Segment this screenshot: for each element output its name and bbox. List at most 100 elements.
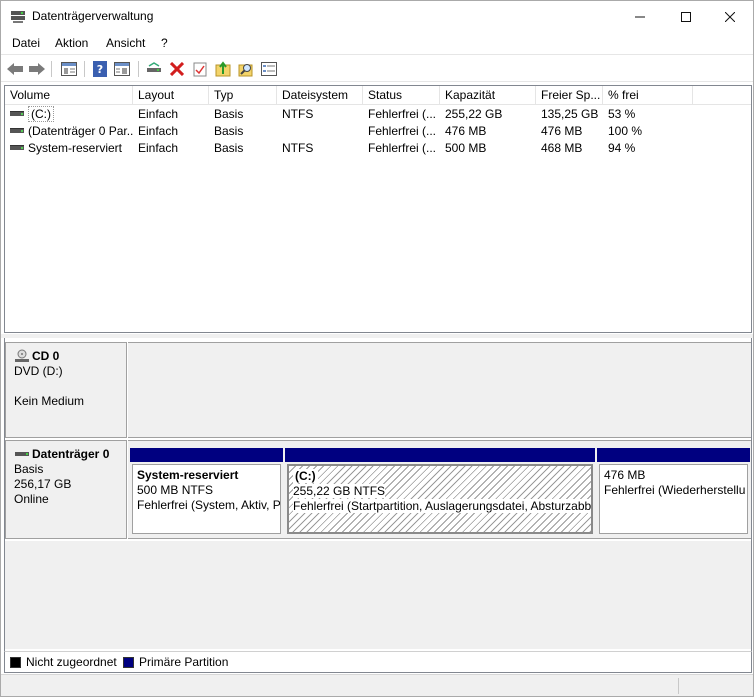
volume-list-header: Volume Layout Typ Dateisystem Status Kap… bbox=[5, 86, 751, 105]
volume-name: (C:) bbox=[28, 106, 54, 122]
menu-aktion[interactable]: Aktion bbox=[55, 36, 88, 50]
partition-name: System-reserviert bbox=[137, 468, 239, 482]
cd0-label[interactable]: CD 0 DVD (D:) Kein Medium bbox=[5, 342, 127, 438]
col-dateisystem[interactable]: Dateisystem bbox=[277, 86, 363, 105]
menu-help[interactable]: ? bbox=[161, 36, 168, 50]
cd-drive-icon bbox=[15, 349, 29, 362]
disk0-state: Online bbox=[14, 492, 49, 506]
toolbar-separator bbox=[138, 61, 139, 77]
toolbar: ? bbox=[1, 54, 753, 82]
svg-text:?: ? bbox=[97, 63, 103, 76]
partition-c[interactable]: (C:) 255,22 GB NTFS Fehlerfrei (Startpar… bbox=[285, 441, 595, 538]
window-title: Datenträgerverwaltung bbox=[32, 9, 154, 23]
partition-size: 255,22 GB NTFS bbox=[293, 484, 386, 498]
col-freier-speicher[interactable]: Freier Sp... bbox=[536, 86, 603, 105]
partition-status: Fehlerfrei (System, Aktiv, P bbox=[137, 498, 281, 512]
close-icon bbox=[725, 11, 735, 22]
volume-icon bbox=[10, 145, 24, 151]
export-button[interactable] bbox=[213, 59, 233, 79]
col-filler bbox=[693, 86, 751, 105]
partition-recovery[interactable]: 476 MB Fehlerfrei (Wiederherstellu bbox=[597, 441, 750, 538]
col-kapazitaet[interactable]: Kapazität bbox=[440, 86, 536, 105]
dateisystem-cell: NTFS bbox=[282, 107, 314, 121]
search-icon bbox=[238, 64, 253, 77]
col-typ[interactable]: Typ bbox=[209, 86, 277, 105]
volume-name: (Datenträger 0 Par... bbox=[28, 124, 133, 138]
legend-swatch-navy bbox=[123, 656, 134, 668]
disk0-type: Basis bbox=[14, 462, 44, 476]
cd0-name: CD 0 bbox=[32, 349, 60, 363]
console-tree-icon bbox=[61, 62, 77, 76]
search-button[interactable] bbox=[236, 59, 256, 79]
legend-unallocated: Nicht zugeordnet bbox=[10, 655, 117, 669]
connect-disk-button[interactable] bbox=[144, 59, 164, 79]
volume-name: System-reserviert bbox=[28, 141, 123, 155]
maximize-icon bbox=[681, 11, 691, 22]
table-row[interactable]: System-reserviert Einfach Basis NTFS Feh… bbox=[5, 140, 751, 157]
volume-list[interactable]: Volume Layout Typ Dateisystem Status Kap… bbox=[4, 85, 752, 333]
status-bar bbox=[1, 674, 753, 696]
col-status[interactable]: Status bbox=[363, 86, 440, 105]
partition-size: 500 MB NTFS bbox=[137, 483, 214, 497]
cd0-partition-area bbox=[128, 342, 751, 438]
status-cell: Fehlerfrei (... bbox=[368, 107, 437, 121]
status-cell: Fehlerfrei (... bbox=[368, 141, 437, 155]
toolbar-separator bbox=[84, 61, 85, 77]
legend-swatch-black bbox=[10, 656, 21, 668]
prozent-cell: 94 % bbox=[608, 141, 636, 155]
col-prozent-frei[interactable]: % frei bbox=[603, 86, 693, 105]
empty-disk-area bbox=[5, 541, 751, 649]
disk0-partition-area: System-reserviert 500 MB NTFS Fehlerfrei… bbox=[128, 440, 751, 539]
dateisystem-cell bbox=[277, 123, 363, 140]
partition-system-reserved[interactable]: System-reserviert 500 MB NTFS Fehlerfrei… bbox=[130, 441, 283, 538]
status-separator bbox=[678, 678, 679, 694]
legend-label: Nicht zugeordnet bbox=[26, 655, 117, 669]
legend: Nicht zugeordnet Primäre Partition bbox=[4, 651, 752, 673]
menu-bar: Datei Aktion Ansicht ? bbox=[1, 32, 753, 54]
disk0-name: Datenträger 0 bbox=[32, 447, 110, 461]
volume-icon bbox=[10, 128, 24, 134]
properties-view-icon bbox=[114, 62, 130, 76]
table-row[interactable]: (C:) Einfach Basis NTFS Fehlerfrei (... … bbox=[5, 106, 751, 123]
partition-size: 476 MB bbox=[604, 468, 646, 482]
partition-status: Fehlerfrei (Startpartition, Auslagerungs… bbox=[293, 499, 592, 513]
forward-icon bbox=[29, 63, 45, 75]
frei-cell: 468 MB bbox=[541, 141, 583, 155]
export-icon bbox=[215, 61, 231, 77]
back-icon bbox=[7, 63, 23, 75]
settings-list-button[interactable] bbox=[259, 59, 279, 79]
prozent-cell: 53 % bbox=[608, 107, 636, 121]
disk-management-app-icon bbox=[11, 11, 25, 23]
toolbar-separator bbox=[51, 61, 52, 77]
disk-graphic-pane: CD 0 DVD (D:) Kein Medium Datenträger 0 … bbox=[4, 338, 752, 651]
typ-cell: Basis bbox=[214, 124, 244, 138]
help-button[interactable]: ? bbox=[90, 59, 110, 79]
title-bar: Datenträgerverwaltung bbox=[1, 1, 753, 32]
forward-button[interactable] bbox=[27, 59, 47, 79]
properties-view-button[interactable] bbox=[112, 59, 132, 79]
dateisystem-cell: NTFS bbox=[282, 141, 314, 155]
primary-partition-bar bbox=[130, 448, 283, 462]
checklist-button[interactable] bbox=[190, 59, 210, 79]
close-button[interactable] bbox=[707, 1, 753, 32]
console-tree-button[interactable] bbox=[59, 59, 79, 79]
primary-partition-bar bbox=[285, 448, 595, 462]
menu-datei[interactable]: Datei bbox=[12, 36, 40, 50]
col-volume[interactable]: Volume bbox=[5, 86, 133, 105]
layout-cell: Einfach bbox=[138, 124, 179, 138]
volume-icon bbox=[10, 111, 24, 117]
prozent-cell: 100 % bbox=[608, 124, 643, 138]
back-button[interactable] bbox=[5, 59, 25, 79]
disk0-label[interactable]: Datenträger 0 Basis 256,17 GB Online bbox=[5, 440, 127, 539]
disk0-size: 256,17 GB bbox=[14, 477, 72, 491]
minimize-button[interactable] bbox=[617, 1, 663, 32]
kapazitaet-cell: 255,22 GB bbox=[445, 107, 503, 121]
legend-label: Primäre Partition bbox=[139, 655, 229, 669]
status-cell: Fehlerfrei (... bbox=[368, 124, 437, 138]
delete-button[interactable] bbox=[167, 59, 187, 79]
col-layout[interactable]: Layout bbox=[133, 86, 209, 105]
menu-ansicht[interactable]: Ansicht bbox=[106, 36, 145, 50]
maximize-button[interactable] bbox=[663, 1, 709, 32]
table-row[interactable]: (Datenträger 0 Par... Einfach Basis Fehl… bbox=[5, 123, 751, 140]
layout-cell: Einfach bbox=[138, 107, 179, 121]
